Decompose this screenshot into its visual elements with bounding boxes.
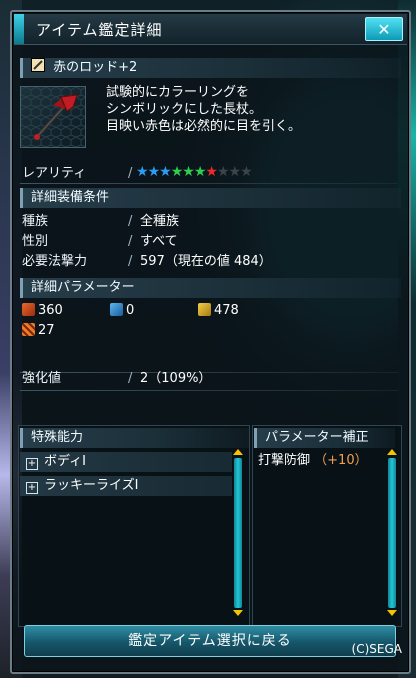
close-button[interactable]: ✕ (365, 17, 403, 41)
rod-icon (31, 58, 45, 72)
star-icon: ★ (240, 164, 253, 180)
star-icon: ★ (147, 164, 161, 180)
correction-label: 打撃防御 (258, 453, 311, 468)
scroll-up-arrow[interactable] (387, 449, 397, 455)
power-value: 597（現在の値 484） (140, 254, 272, 269)
tech-icon (198, 303, 211, 316)
item-appraisal-panel: アイテム鑑定詳細 ✕ 赤のロッド+2 試験的にカラーリングを シンボリックにした… (10, 10, 411, 674)
range-param: 0 (110, 302, 134, 320)
abilities-scrollbar[interactable] (234, 458, 242, 608)
separator: / (128, 166, 133, 181)
star-icon: ★ (159, 164, 172, 180)
divider (20, 183, 398, 184)
correction-value: （+10） (314, 453, 368, 468)
star-icon: ★ (216, 164, 230, 180)
item-name-header: 赤のロッド+2 (20, 58, 401, 78)
range-icon (110, 303, 123, 316)
plus-icon: + (26, 482, 38, 494)
gender-row: 性別 / すべて (20, 232, 398, 251)
enhance-value: 2（109%） (140, 371, 212, 386)
gender-label: 性別 (22, 234, 49, 249)
ability-item[interactable]: + ボディⅠ (20, 452, 232, 472)
race-label: 種族 (22, 214, 49, 229)
strike-value: 360 (38, 303, 63, 318)
special-param: 27 (22, 322, 55, 340)
scroll-up-arrow[interactable] (233, 449, 243, 455)
parameters-header: 詳細パラメーター (20, 278, 401, 298)
special-abilities-header: 特殊能力 (20, 428, 249, 448)
rarity-stars: ★★★★★★★★★★ (136, 164, 253, 180)
star-icon: ★ (170, 164, 184, 180)
star-icon: ★ (136, 164, 149, 180)
special-icon (22, 323, 35, 336)
title-accent (14, 14, 24, 44)
back-to-selection-button[interactable]: 鑑定アイテム選択に戻る (24, 625, 396, 657)
enhance-label: 強化値 (22, 371, 62, 386)
range-value: 0 (126, 303, 135, 318)
race-row: 種族 / 全種族 (20, 212, 398, 231)
special-value: 27 (38, 323, 55, 338)
separator: / (128, 371, 133, 386)
item-name: 赤のロッド+2 (53, 60, 138, 75)
ability-label: ボディⅠ (44, 454, 86, 469)
enhance-row: 強化値 / 2（109%） (20, 369, 398, 388)
plus-icon: + (26, 458, 38, 470)
scroll-down-arrow[interactable] (233, 610, 243, 616)
star-icon: ★ (205, 164, 218, 180)
item-description: 試験的にカラーリングを シンボリックにした長杖。 目映い赤色は必然的に目を引く。 (106, 85, 302, 134)
star-icon: ★ (228, 164, 242, 180)
scroll-down-arrow[interactable] (387, 610, 397, 616)
requirements-header: 詳細装備条件 (20, 188, 401, 208)
tech-value: 478 (214, 303, 239, 318)
race-value: 全種族 (140, 214, 180, 229)
copyright: (C)SEGA (351, 642, 402, 656)
ability-item[interactable]: + ラッキーライズⅠ (20, 476, 232, 496)
parameters-heading: 詳細パラメーター (31, 280, 135, 295)
star-icon: ★ (182, 164, 195, 180)
rod-image (21, 87, 85, 147)
ability-label: ラッキーライズⅠ (44, 478, 139, 493)
star-icon: ★ (193, 164, 207, 180)
separator: / (128, 234, 133, 249)
correction-row: 打撃防御 （+10） (258, 452, 368, 470)
param-correction-heading: パラメーター補正 (265, 430, 369, 445)
gender-value: すべて (140, 234, 178, 249)
special-abilities-heading: 特殊能力 (31, 430, 84, 445)
param-correction-header: パラメーター補正 (254, 428, 395, 448)
rarity-label: レアリティ (22, 166, 87, 181)
power-label: 必要法撃力 (22, 254, 88, 269)
window-title: アイテム鑑定詳細 (36, 21, 163, 39)
close-icon: ✕ (377, 19, 391, 39)
divider (20, 390, 398, 391)
tech-param: 478 (198, 302, 239, 320)
power-row: 必要法撃力 / 597（現在の値 484） (20, 252, 398, 271)
strike-icon (22, 303, 35, 316)
item-thumbnail (20, 86, 86, 148)
separator: / (128, 254, 133, 269)
separator: / (128, 214, 133, 229)
strike-param: 360 (22, 302, 63, 320)
correction-scrollbar[interactable] (388, 458, 396, 608)
title-bar: アイテム鑑定詳細 ✕ (14, 14, 407, 45)
requirements-heading: 詳細装備条件 (31, 190, 110, 205)
